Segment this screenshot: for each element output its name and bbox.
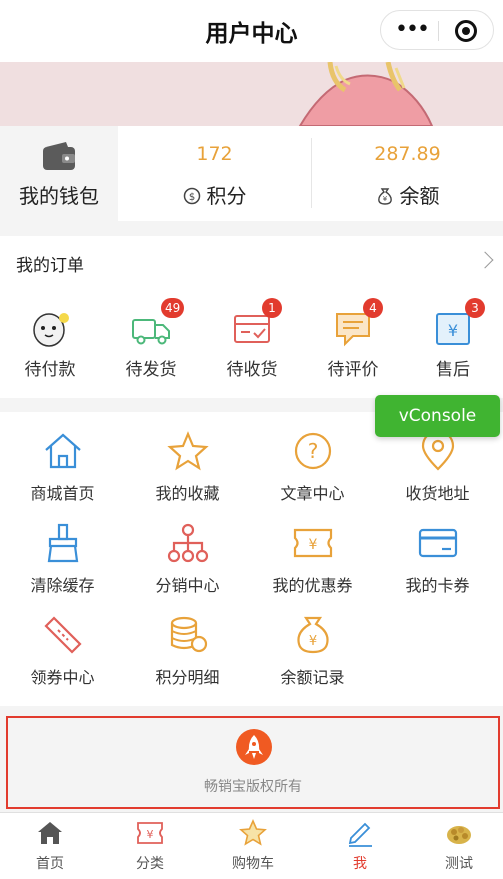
tab-label: 分类	[136, 856, 164, 872]
svg-text:¥: ¥	[309, 634, 317, 649]
grid-label: 我的收藏	[155, 484, 220, 503]
grid-item-articles[interactable]: ? 文章中心	[250, 412, 375, 504]
orders-section: 我的订单 待付款 49 待发货 1 待收货 4 待评价 ¥ 3 售后	[0, 236, 503, 398]
grid-item-mall-home[interactable]: 商城首页	[0, 412, 125, 504]
order-pending-payment[interactable]: 待付款	[0, 298, 100, 388]
food-icon	[445, 819, 473, 847]
grid-label: 积分明细	[155, 668, 220, 687]
grid-item-my-coupons[interactable]: ¥ 我的优惠券	[250, 504, 375, 596]
svg-text:¥: ¥	[147, 828, 154, 841]
more-dots-icon[interactable]: •••	[395, 17, 430, 43]
grid-label: 余额记录	[280, 668, 345, 687]
penguin-icon	[30, 308, 70, 348]
tab-category[interactable]: ¥ 分类	[100, 813, 200, 879]
chevron-right-icon	[476, 251, 494, 269]
grid-item-favorites[interactable]: 我的收藏	[125, 412, 250, 504]
dollar-coin-icon: $	[183, 186, 201, 210]
user-center-page: 用户中心 ••• 我的钱包 172 $ 积分 287.89 ¥ 余额 我的订单 …	[0, 0, 503, 879]
copyright-text: 畅销宝版权所有	[204, 779, 302, 795]
grid-item-clear-cache[interactable]: 清除缓存	[0, 504, 125, 596]
badge-count: 4	[363, 298, 383, 318]
tab-test[interactable]: 测试	[409, 813, 503, 879]
grid-label: 清除缓存	[30, 576, 95, 595]
grid-label: 分销中心	[155, 576, 220, 595]
tab-me[interactable]: 我	[310, 813, 410, 879]
balance-label-row: ¥ 余额	[312, 180, 503, 210]
tab-label: 购物车	[232, 856, 274, 872]
points-label: 积分	[206, 184, 247, 208]
ticket-icon: ¥	[292, 522, 334, 564]
rocket-icon	[236, 729, 272, 765]
copyright-block: 畅销宝版权所有	[6, 716, 500, 809]
svg-text:¥: ¥	[448, 321, 458, 340]
grid-item-balance-record[interactable]: ¥ 余额记录	[250, 596, 375, 688]
services-grid: 商城首页 我的收藏 ? 文章中心 收货地址 清除缓存 分销中心 ¥ 我的优惠券 …	[0, 412, 503, 706]
category-icon: ¥	[136, 819, 164, 847]
order-awaiting-shipment[interactable]: 49 待发货	[101, 298, 201, 388]
cart-star-icon	[239, 819, 267, 847]
nav-header: 用户中心 •••	[0, 0, 503, 62]
badge-count: 3	[465, 298, 485, 318]
money-bag-icon: ¥	[292, 614, 334, 656]
svg-text:¥: ¥	[382, 195, 387, 203]
wallet-label: 我的钱包	[19, 184, 99, 208]
house-icon	[42, 430, 84, 472]
tab-label: 首页	[36, 856, 64, 872]
pen-icon	[346, 819, 374, 847]
grid-label: 领券中心	[30, 668, 95, 687]
profile-banner-image	[0, 62, 503, 126]
network-icon	[167, 522, 209, 564]
wallet-icon	[42, 141, 76, 175]
order-label: 售后	[436, 360, 470, 380]
order-label: 待评价	[327, 360, 379, 380]
balance-summary[interactable]: 287.89 ¥ 余额	[312, 126, 503, 221]
order-awaiting-review[interactable]: 4 待评价	[303, 298, 403, 388]
mini-program-capsule: •••	[380, 10, 494, 50]
tab-home[interactable]: 首页	[0, 813, 100, 879]
orders-title: 我的订单	[16, 256, 84, 276]
order-after-sales[interactable]: ¥ 3 售后	[403, 298, 503, 388]
wallet-row: 我的钱包 172 $ 积分 287.89 ¥ 余额	[0, 126, 503, 221]
balance-value: 287.89	[374, 143, 441, 165]
grid-item-distribution[interactable]: 分销中心	[125, 504, 250, 596]
badge-count: 1	[262, 298, 282, 318]
tab-label: 我	[353, 856, 367, 872]
money-bag-small-icon: ¥	[376, 186, 394, 210]
points-label-row: $ 积分	[118, 180, 311, 210]
points-summary[interactable]: 172 $ 积分	[118, 126, 311, 221]
my-wallet-button[interactable]: 我的钱包	[0, 126, 118, 221]
grid-label: 我的卡券	[405, 576, 470, 595]
order-label: 待付款	[24, 360, 76, 380]
bottom-tab-bar: 首页 ¥ 分类 购物车 我 测试	[0, 812, 503, 879]
target-close-icon[interactable]	[455, 20, 477, 42]
grid-item-coupon-center[interactable]: 领券中心	[0, 596, 125, 688]
coupon-icon	[42, 614, 84, 656]
card-icon	[417, 522, 459, 564]
grid-label: 文章中心	[280, 484, 345, 503]
order-awaiting-receipt[interactable]: 1 待收货	[202, 298, 302, 388]
star-icon	[167, 430, 209, 472]
badge-count: 49	[161, 298, 185, 318]
vconsole-button[interactable]: vConsole	[375, 395, 500, 437]
question-icon: ?	[292, 430, 334, 472]
points-value: 172	[196, 143, 233, 165]
broom-icon	[42, 522, 84, 564]
tab-label: 测试	[445, 856, 473, 872]
grid-item-my-cards[interactable]: 我的卡券	[375, 504, 500, 596]
home-icon	[36, 819, 64, 847]
tab-cart[interactable]: 购物车	[203, 813, 303, 879]
svg-text:?: ?	[308, 439, 319, 463]
order-label: 待收货	[226, 360, 278, 380]
my-orders-row[interactable]: 我的订单	[0, 236, 503, 288]
grid-label: 收货地址	[405, 484, 470, 503]
grid-label: 商城首页	[30, 484, 95, 503]
grid-item-points-detail[interactable]: 积分明细	[125, 596, 250, 688]
capsule-divider	[438, 21, 439, 41]
order-label: 待发货	[125, 360, 177, 380]
balance-label: 余额	[399, 184, 440, 208]
svg-text:¥: ¥	[309, 537, 318, 553]
coins-icon	[167, 614, 209, 656]
svg-text:$: $	[188, 192, 194, 203]
grid-label: 我的优惠券	[272, 576, 353, 595]
